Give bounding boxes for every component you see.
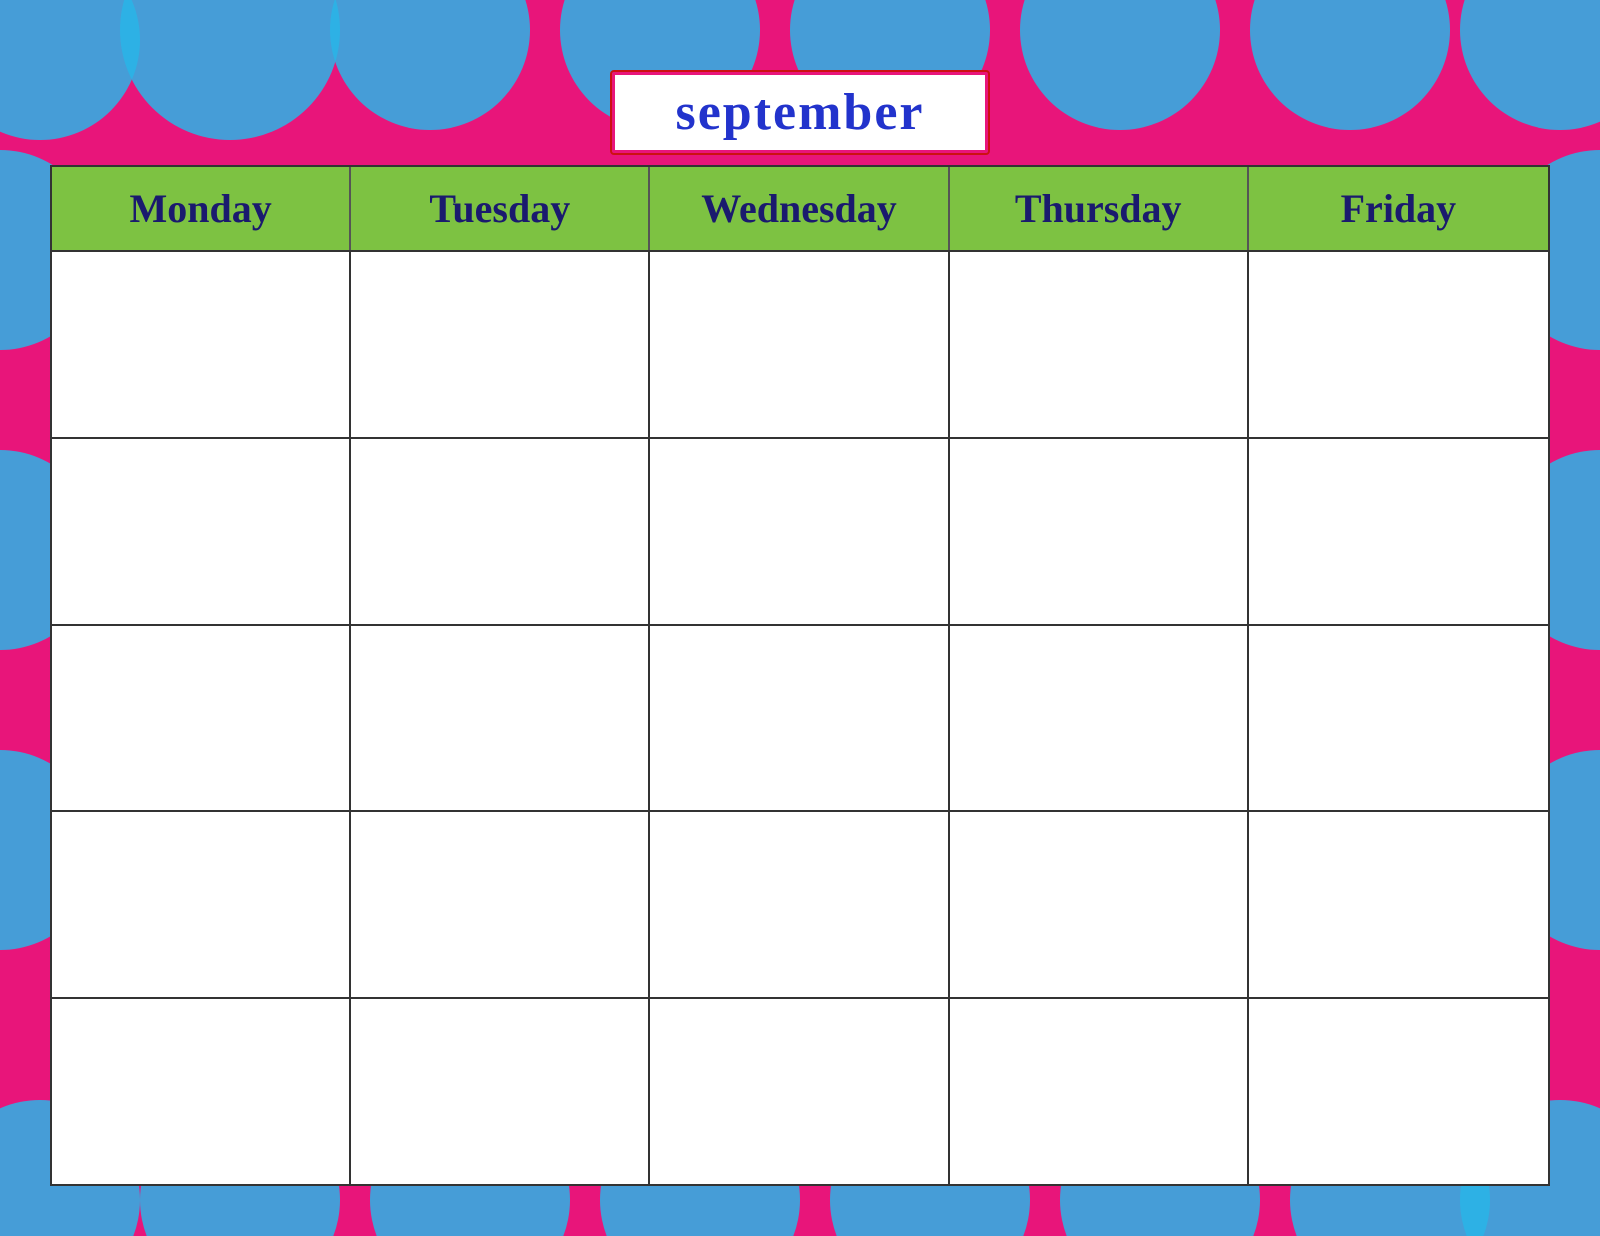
header-friday: Friday [1249,167,1548,250]
calendar-row-4 [52,812,1548,999]
calendar-container: september Monday Tuesday Wednesday Thurs… [50,72,1550,1186]
cell-5-1[interactable] [52,999,351,1184]
calendar-row-5 [52,999,1548,1184]
header-monday: Monday [52,167,351,250]
cell-2-3[interactable] [650,439,949,624]
cell-3-4[interactable] [950,626,1249,811]
cell-1-1[interactable] [52,252,351,437]
cell-3-5[interactable] [1249,626,1548,811]
cell-5-4[interactable] [950,999,1249,1184]
cell-3-3[interactable] [650,626,949,811]
cell-1-5[interactable] [1249,252,1548,437]
header-tuesday: Tuesday [351,167,650,250]
calendar-grid: Monday Tuesday Wednesday Thursday Friday [50,165,1550,1186]
cell-2-2[interactable] [351,439,650,624]
cell-3-1[interactable] [52,626,351,811]
month-title: september [612,72,987,153]
cell-5-2[interactable] [351,999,650,1184]
header-thursday: Thursday [950,167,1249,250]
cell-3-2[interactable] [351,626,650,811]
cell-1-2[interactable] [351,252,650,437]
cell-4-2[interactable] [351,812,650,997]
cell-1-3[interactable] [650,252,949,437]
day-headers: Monday Tuesday Wednesday Thursday Friday [52,167,1548,252]
cell-5-5[interactable] [1249,999,1548,1184]
cell-4-5[interactable] [1249,812,1548,997]
cell-1-4[interactable] [950,252,1249,437]
calendar-row-2 [52,439,1548,626]
month-title-wrapper: september [50,72,1550,153]
cell-4-3[interactable] [650,812,949,997]
cell-5-3[interactable] [650,999,949,1184]
calendar-rows [52,252,1548,1184]
calendar-row-3 [52,626,1548,813]
cell-4-4[interactable] [950,812,1249,997]
header-wednesday: Wednesday [650,167,949,250]
cell-2-4[interactable] [950,439,1249,624]
cell-2-5[interactable] [1249,439,1548,624]
calendar-row-1 [52,252,1548,439]
cell-2-1[interactable] [52,439,351,624]
cell-4-1[interactable] [52,812,351,997]
